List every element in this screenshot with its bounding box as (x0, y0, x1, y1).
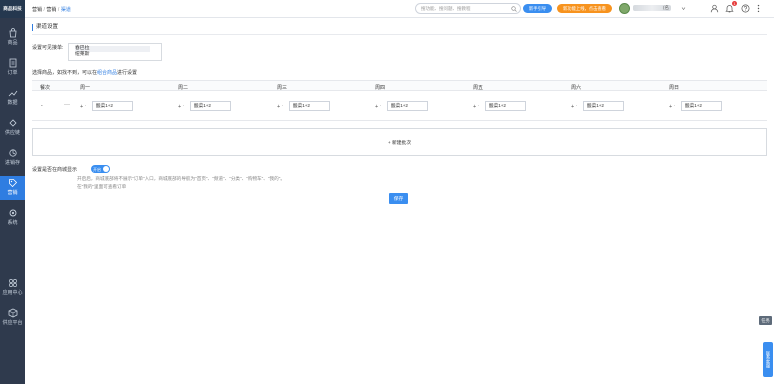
more-icon[interactable]: ··· (64, 102, 70, 108)
new-guide-button[interactable]: 新手引导 (523, 4, 552, 13)
search-icon[interactable] (511, 5, 517, 12)
sidebar-item-label: 供应平台 (2, 320, 23, 326)
row-index: - (41, 103, 43, 109)
divider (32, 34, 767, 35)
column-header: 周二 (178, 85, 189, 91)
sidebar: 商品科技 商品 订单 数据 供应链 进销存 营销 系统 应用中心 供应平台 (0, 0, 25, 384)
sidebar-item-label: 订单 (7, 70, 18, 76)
plus-minus-control[interactable]: + ˑ (473, 104, 479, 110)
toggle-label: 开启 (93, 166, 101, 172)
visible-option[interactable]: 纽莱斯 (75, 52, 150, 58)
mall-display-toggle[interactable]: 开启 (91, 165, 110, 173)
chevron-down-icon (681, 7, 686, 10)
breadcrumb-current: 渠道 (60, 7, 71, 13)
column-header: 周三 (277, 85, 288, 91)
column-header: 周六 (571, 85, 582, 91)
dish-input[interactable]: 酸菜1+2 (289, 101, 330, 111)
plus-minus-control[interactable]: + ˑ (277, 104, 283, 110)
sidebar-item-label: 系统 (7, 220, 18, 226)
dish-input[interactable]: 酸菜1+2 (485, 101, 526, 111)
main-panel: 渠道设置 设置可见接单: 春巴拉 纽莱斯 选择商品，如找不到，可以在组合商品进行… (25, 18, 774, 384)
column-header: 餐次 (40, 85, 51, 91)
sidebar-item-marketing[interactable]: 营销 (0, 176, 25, 200)
chart-icon (8, 90, 17, 97)
breadcrumb-item[interactable]: 营销 (32, 7, 42, 13)
search-input[interactable]: 搜功能、搜问题、搜教程 (415, 3, 521, 14)
customer-service-float-button[interactable]: 联系客服 (763, 342, 773, 377)
sidebar-item-label: 应用中心 (2, 290, 23, 296)
toggle-knob (103, 166, 109, 172)
gear-icon (9, 209, 16, 217)
apps-icon (8, 279, 17, 287)
mall-hint-2: 在"我的"里面可查看订单 (77, 184, 127, 189)
save-button[interactable]: 保存 (389, 193, 408, 204)
dish-input[interactable]: 酸菜1+2 (92, 101, 133, 111)
dish-input[interactable]: 酸菜1+2 (190, 101, 231, 111)
sidebar-item-data[interactable]: 数据 (0, 88, 25, 110)
sidebar-item-supply-platform[interactable]: 供应平台 (0, 308, 25, 330)
combo-products-link[interactable]: 组合商品 (97, 70, 117, 76)
mall-hint-1: 开启后，商城底部将不展示"订单"入口，商城底部的导航为"首页"、"频道"、"分类… (77, 176, 285, 181)
cycle-icon (8, 149, 17, 157)
user-icon[interactable] (710, 4, 719, 13)
plus-minus-control[interactable]: + ˑ (375, 104, 381, 110)
select-products-hint: 选择商品，如找不到，可以在组合商品进行设置 (32, 69, 137, 76)
top-bar: 营销 / 营销 / 渠道 搜功能、搜问题、搜教程 新手引导 新功能上线，点击查看 (名 … (25, 0, 774, 18)
sidebar-item-label: 商品 (7, 40, 18, 46)
avatar[interactable] (619, 3, 630, 14)
sidebar-item-products[interactable]: 商品 (0, 28, 25, 50)
sidebar-item-orders[interactable]: 订单 (0, 58, 25, 80)
app-logo[interactable]: 商品科技 (0, 0, 25, 18)
table-row: - ··· + ˑ 酸菜1+2 + ˑ 酸菜1+2 + ˑ 酸菜1+2 + ˑ … (32, 91, 767, 121)
sidebar-item-label: 进销存 (4, 160, 20, 166)
plus-minus-control[interactable]: + ˑ (178, 104, 184, 110)
task-float-button[interactable]: 任务 (759, 316, 772, 325)
column-header: 周一 (80, 85, 91, 91)
column-header: 周四 (375, 85, 386, 91)
dish-input[interactable]: 酸菜1+2 (387, 101, 428, 111)
visible-label: 设置可见接单: (32, 45, 64, 51)
more-vertical-icon[interactable] (754, 4, 763, 13)
cube-icon (8, 308, 17, 318)
link-icon (8, 119, 17, 127)
help-icon[interactable] (741, 4, 750, 13)
dish-input[interactable]: 酸菜1+2 (583, 101, 624, 111)
plus-minus-control[interactable]: + ˑ (571, 104, 577, 110)
user-name-suffix: (名 (663, 5, 669, 10)
user-name[interactable]: (名 (633, 5, 686, 11)
sidebar-item-supply-chain[interactable]: 供应链 (0, 118, 25, 140)
column-header: 周五 (473, 85, 484, 91)
breadcrumb: 营销 / 营销 / 渠道 (32, 7, 71, 13)
add-batch-button[interactable]: + 新建批次 (32, 128, 767, 156)
promo-button[interactable]: 新功能上线，点击查看 (557, 4, 612, 13)
plus-minus-control[interactable]: + ˑ (669, 104, 675, 110)
bag-icon (9, 28, 16, 38)
hint-text: 进行设置 (117, 70, 138, 76)
dish-input[interactable]: 酸菜1+2 (681, 101, 722, 111)
visible-select-box[interactable]: 春巴拉 纽莱斯 (68, 43, 162, 61)
column-header: 周日 (669, 85, 680, 91)
sidebar-item-app-center[interactable]: 应用中心 (0, 278, 25, 300)
notification-badge: 1 (732, 1, 737, 6)
breadcrumb-item[interactable]: 营销 (46, 7, 56, 13)
schedule-table-header: 餐次 周一 周二 周三 周四 周五 周六 周日 (32, 80, 767, 91)
sidebar-item-label: 数据 (7, 100, 18, 106)
sidebar-item-label: 供应链 (4, 130, 20, 136)
hint-text: 选择商品，如找不到，可以在 (32, 70, 98, 76)
page-title: 渠道设置 (32, 24, 58, 31)
document-icon (9, 58, 16, 68)
sidebar-item-system[interactable]: 系统 (0, 208, 25, 230)
mall-display-label: 设置是否在商城显示 (32, 167, 78, 173)
tag-icon (8, 179, 17, 188)
search-placeholder: 搜功能、搜问题、搜教程 (421, 6, 471, 11)
sidebar-item-label: 营销 (7, 190, 18, 196)
sidebar-item-inventory[interactable]: 进销存 (0, 148, 25, 170)
plus-minus-control[interactable]: + ˑ (80, 104, 86, 110)
